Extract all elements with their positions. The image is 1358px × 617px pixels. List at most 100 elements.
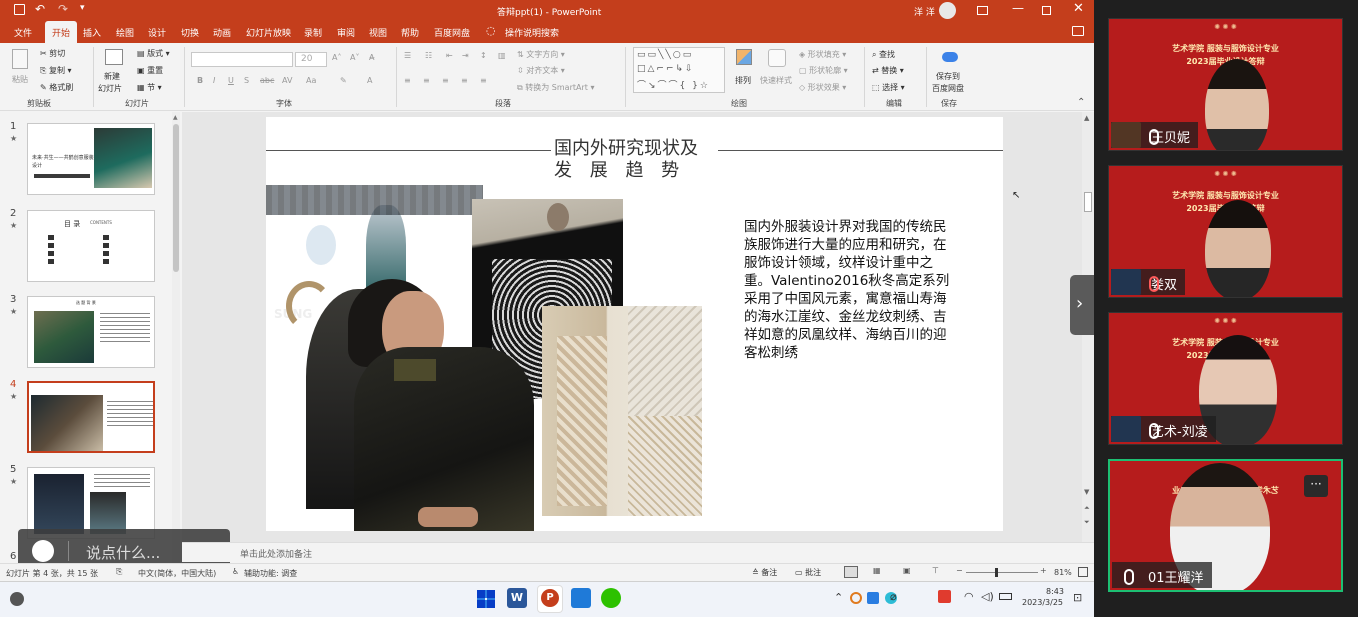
bold-icon[interactable]: B <box>197 76 203 85</box>
tab-home[interactable]: 开始 <box>45 21 78 43</box>
copy-button[interactable]: ⎘ 复制 ▾ <box>40 65 72 76</box>
input-method-icon[interactable] <box>938 590 951 603</box>
tray-chevron-icon[interactable]: ⌃ <box>834 591 843 604</box>
tab-insert[interactable]: 插入 <box>83 26 101 39</box>
powerpoint-taskbar-icon[interactable]: P <box>537 585 563 613</box>
next-panel-toggle[interactable]: › <box>1070 275 1096 335</box>
microphone-icon[interactable] <box>1124 569 1134 585</box>
cut-button[interactable]: ✂ 剪切 <box>40 48 65 59</box>
clock-date[interactable]: 2023/3/25 <box>1022 598 1063 607</box>
font-name-select[interactable] <box>191 52 293 67</box>
tab-baidu[interactable]: 百度网盘 <box>434 26 470 39</box>
microphone-icon[interactable] <box>1149 129 1159 145</box>
spellcheck-icon[interactable]: ⎘ <box>116 567 122 577</box>
char-spacing-icon[interactable]: AV <box>282 76 292 85</box>
clear-format-icon[interactable]: A̶ <box>369 53 374 62</box>
ribbon-display-icon[interactable] <box>977 6 988 15</box>
shapes-gallery[interactable]: ▭▭╲╲○▭ □△⌐⌐↳⇩ ⌒↘⌒⌒{ }☆ <box>633 47 725 93</box>
restore-icon[interactable] <box>1042 6 1051 15</box>
battery-icon[interactable] <box>999 593 1012 600</box>
tab-animations[interactable]: 动画 <box>213 26 231 39</box>
tab-draw[interactable]: 绘图 <box>116 26 134 39</box>
tab-help[interactable]: 帮助 <box>401 26 419 39</box>
shape-outline-button[interactable]: ▢ 形状轮廓 ▾ <box>799 65 848 76</box>
video-tile-3[interactable]: ✺ ✺ ✺ 艺术学院 服装与服饰设计专业 2023届毕业设计答辩 艺术-刘凌 <box>1108 312 1343 445</box>
comments-icon[interactable] <box>1072 26 1084 36</box>
wifi-icon[interactable]: ◠ <box>964 590 974 603</box>
highlight-icon[interactable]: ✎ <box>340 76 347 85</box>
word-icon[interactable]: W <box>507 588 527 608</box>
shape-effects-button[interactable]: ◇ 形状效果 ▾ <box>799 82 846 93</box>
widgets-icon[interactable] <box>10 592 24 606</box>
scroll-up-icon[interactable]: ▲ <box>1084 114 1089 122</box>
zoom-level[interactable]: 81% <box>1054 568 1072 577</box>
increase-indent-icon[interactable]: ⇥ <box>462 51 469 60</box>
text-direction-button[interactable]: ⇅ 文字方向 ▾ <box>517 49 565 60</box>
slide-thumbnail-1[interactable]: 未来·共生——共鹤创意服装设计 <box>27 123 155 195</box>
align-left-icon[interactable]: ≡ <box>404 76 411 85</box>
slide-sorter-icon[interactable]: ▦ <box>873 566 881 575</box>
line-spacing-icon[interactable]: ↕ <box>480 51 487 60</box>
current-slide[interactable]: 国内外研究现状及 发 展 趋 势 SUNG 国内外服装设计界对我国的传统民族服饰… <box>266 117 1003 531</box>
numbering-icon[interactable]: ☷ <box>425 51 432 60</box>
scrollbar-thumb[interactable] <box>1084 192 1092 212</box>
reading-view-icon[interactable]: ▣ <box>903 566 911 575</box>
tab-review[interactable]: 审阅 <box>337 26 355 39</box>
align-right-icon[interactable]: ≡ <box>442 76 449 85</box>
slide-thumbnail-2[interactable]: 目 录 CONTENTS <box>27 210 155 282</box>
slide-thumbnail-4[interactable] <box>27 381 155 453</box>
align-center-icon[interactable]: ≡ <box>423 76 430 85</box>
reset-button[interactable]: ▣ 重置 <box>137 65 163 76</box>
paste-button[interactable]: 粘贴 <box>10 47 32 92</box>
redo-icon[interactable]: ↷ <box>58 2 68 16</box>
bullets-icon[interactable]: ☰ <box>404 51 411 60</box>
photos-icon[interactable] <box>571 588 591 608</box>
section-button[interactable]: ▦ 节 ▾ <box>137 82 162 93</box>
zoom-slider-thumb[interactable] <box>995 568 999 577</box>
next-slide-icon[interactable]: ⏷ <box>1084 518 1090 527</box>
format-painter-button[interactable]: ✎ 格式刷 <box>40 82 73 93</box>
justify-icon[interactable]: ≡ <box>461 76 468 85</box>
thumbnails-scrollbar[interactable]: ▲ <box>172 112 180 567</box>
tab-slideshow[interactable]: 幻灯片放映 <box>246 26 291 39</box>
layout-button[interactable]: ▤ 版式 ▾ <box>137 48 170 59</box>
tell-me-search[interactable]: 操作说明搜索 <box>505 26 559 39</box>
microphone-icon[interactable] <box>1149 423 1159 439</box>
shadow-icon[interactable]: S <box>244 76 249 85</box>
tab-transitions[interactable]: 切换 <box>181 26 199 39</box>
tray-app-icon-1[interactable] <box>850 592 862 604</box>
columns-icon[interactable]: ▥ <box>498 51 506 60</box>
zoom-out-icon[interactable]: − <box>956 566 963 575</box>
collapse-ribbon-icon[interactable]: ⌃ <box>1077 97 1085 108</box>
emoji-icon[interactable] <box>32 540 54 562</box>
slideshow-icon[interactable]: ⊤ <box>932 566 939 575</box>
select-button[interactable]: ⬚ 选择 ▾ <box>872 82 905 93</box>
arrange-button[interactable]: 排列 <box>733 47 755 95</box>
slide-thumbnail-3[interactable]: 选 题 背 景 <box>27 296 155 368</box>
accessibility-icon[interactable]: ♿ <box>232 567 239 576</box>
new-slide-button[interactable]: 新建 幻灯片 <box>98 47 128 95</box>
comments-button[interactable]: ▭ 批注 <box>795 567 821 578</box>
decrease-indent-icon[interactable]: ⇤ <box>446 51 453 60</box>
change-case-icon[interactable]: Aa <box>306 76 316 85</box>
video-tile-1[interactable]: ✺ ✺ ✺ 艺术学院 服装与服饰设计专业 2023届毕业设计答辩 王贝妮 <box>1108 18 1343 151</box>
undo-icon[interactable]: ↶ <box>35 2 45 16</box>
save-icon[interactable] <box>14 4 25 15</box>
replace-button[interactable]: ⇄ 替换 ▾ <box>872 65 904 76</box>
tab-view[interactable]: 视图 <box>369 26 387 39</box>
scroll-up-icon[interactable]: ▲ <box>173 114 178 121</box>
microphone-tray-icon[interactable]: ⌀ <box>890 590 897 603</box>
shape-fill-button[interactable]: ◈ 形状填充 ▾ <box>799 49 846 60</box>
italic-icon[interactable]: I <box>213 76 215 85</box>
customize-toolbar-icon[interactable]: ▾ <box>80 3 85 13</box>
video-tile-2[interactable]: ✺ ✺ ✺ 艺术学院 服装与服饰设计专业 2023届毕业设计答辩 娄双 <box>1108 165 1343 298</box>
notes-button[interactable]: ≙ 备注 <box>752 567 777 578</box>
scrollbar-thumb[interactable] <box>173 124 179 272</box>
tab-file[interactable]: 文件 <box>14 26 32 39</box>
strikethrough-icon[interactable]: abc <box>260 76 274 85</box>
normal-view-icon[interactable] <box>844 566 858 578</box>
close-icon[interactable]: ✕ <box>1073 1 1084 16</box>
shrink-font-icon[interactable]: A˅ <box>350 53 359 62</box>
quick-styles-button[interactable]: 快速样式 <box>760 47 796 95</box>
avatar[interactable] <box>939 2 956 19</box>
